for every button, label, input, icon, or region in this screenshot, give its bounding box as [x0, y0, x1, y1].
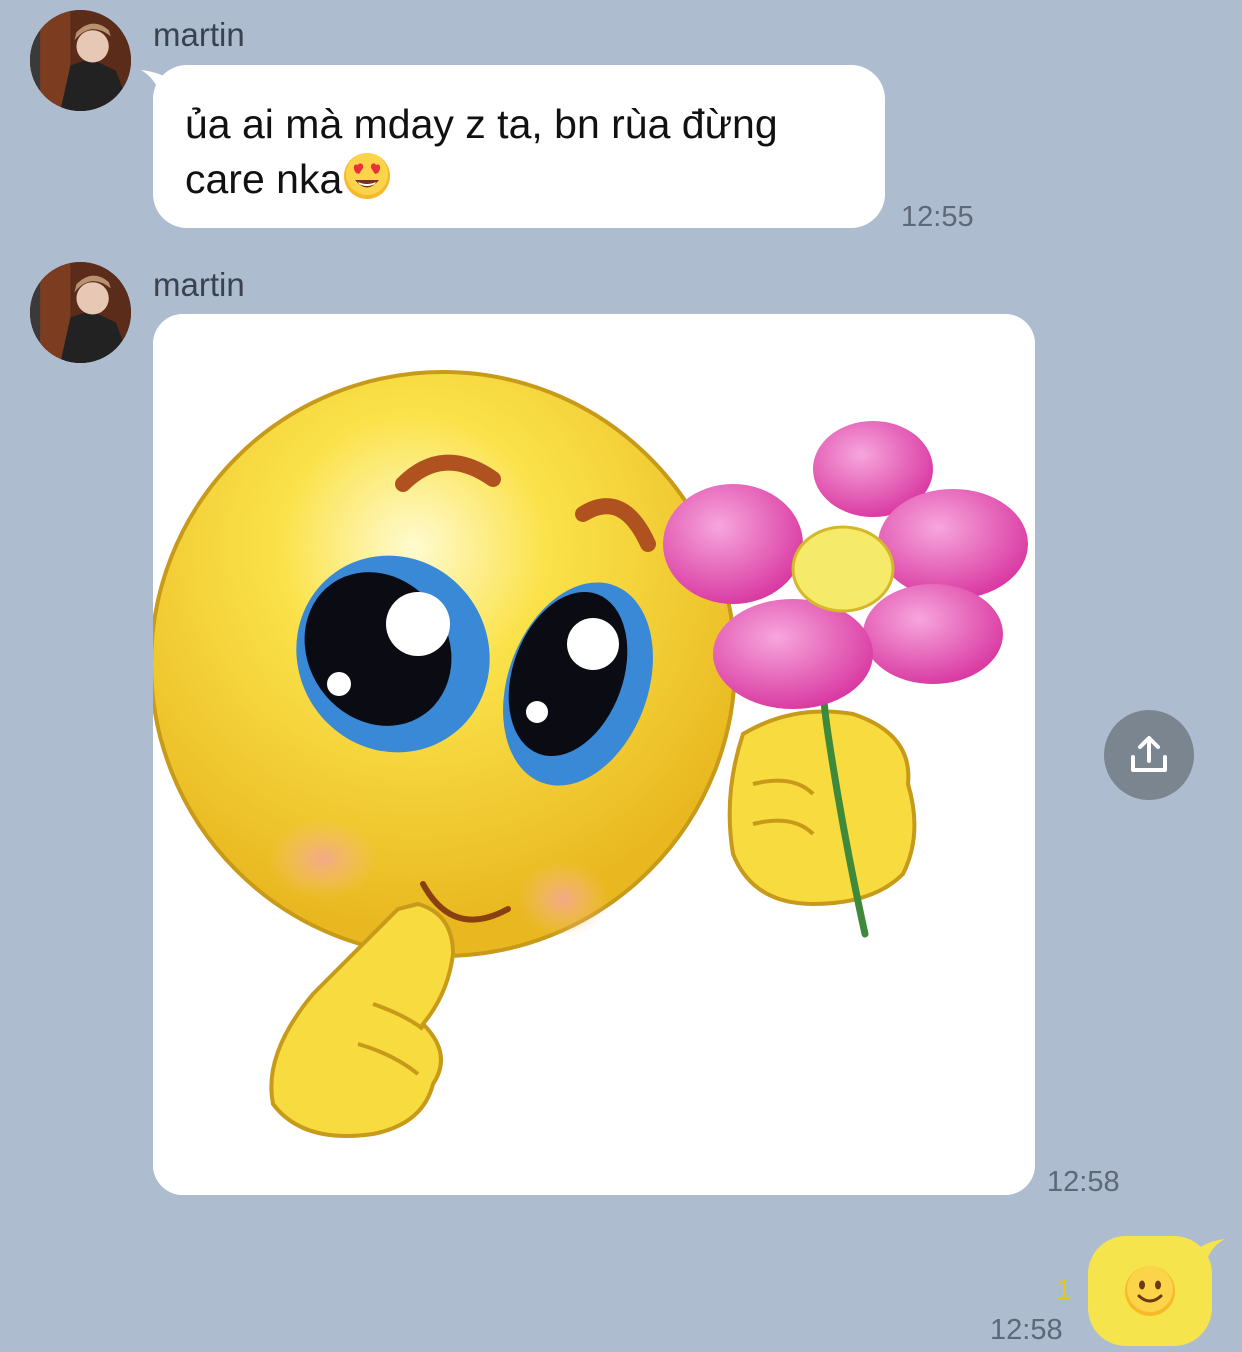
avatar-photo — [30, 262, 131, 363]
message-time: 12:58 — [990, 1314, 1063, 1346]
message-time: 12:58 — [1047, 1166, 1120, 1198]
avatar-photo — [30, 10, 131, 111]
sender-name: martin — [153, 266, 245, 303]
share-button[interactable] — [1104, 710, 1194, 800]
sender-avatar[interactable] — [30, 10, 131, 111]
sender-avatar[interactable] — [30, 262, 131, 363]
sender-name: martin — [153, 16, 245, 53]
read-count: 1 — [1056, 1274, 1072, 1305]
heart-eyes-emoji-icon — [342, 151, 392, 214]
smiley-flower-sticker — [153, 314, 1035, 1195]
message-text: ủa ai mà mday z ta, bn rùa đừng care nka — [185, 101, 778, 202]
slightly-smiling-face-icon — [1125, 1266, 1175, 1316]
message-bubble[interactable]: ủa ai mà mday z ta, bn rùa đừng care nka — [153, 65, 885, 228]
message-time: 12:55 — [901, 201, 974, 233]
image-message[interactable] — [153, 314, 1035, 1195]
outgoing-message-bubble[interactable] — [1088, 1236, 1212, 1346]
upload-share-icon — [1131, 736, 1167, 772]
